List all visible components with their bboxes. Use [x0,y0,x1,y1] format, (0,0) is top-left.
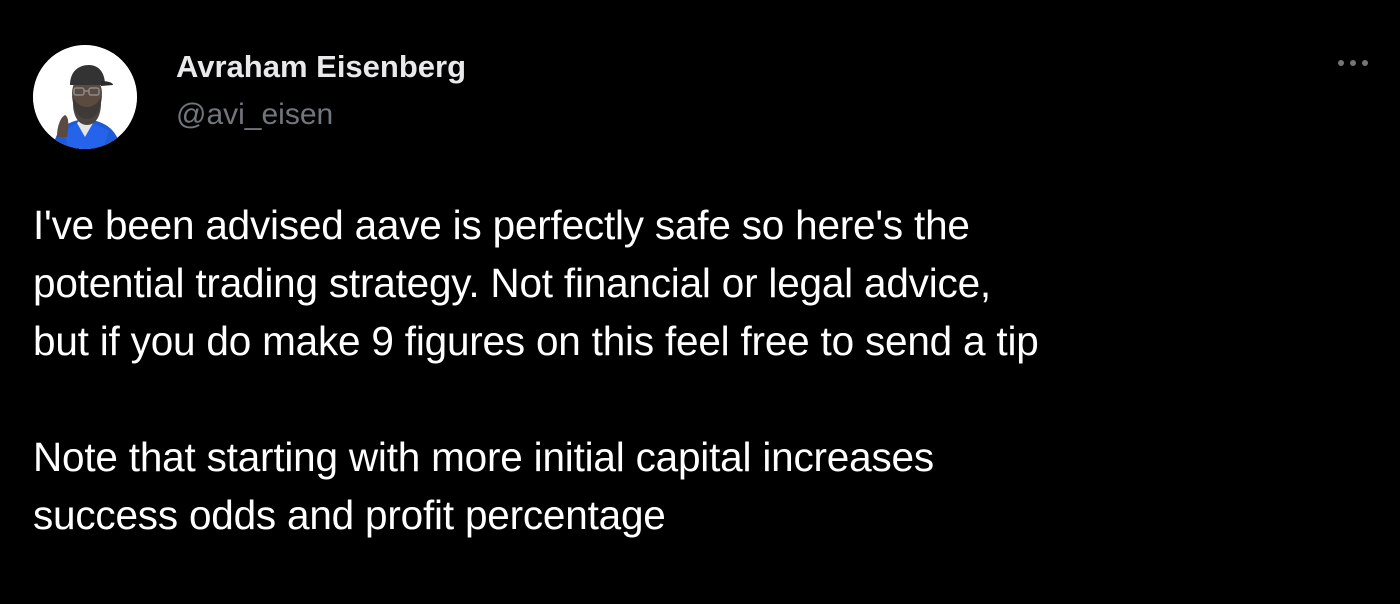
more-horizontal-icon [1338,60,1368,66]
avatar[interactable] [33,45,137,149]
more-options-button[interactable] [1333,51,1373,75]
user-handle[interactable]: @avi_eisen [176,95,466,135]
author-names: Avraham Eisenberg @avi_eisen [176,47,466,135]
tweet-line: Note that starting with more initial cap… [33,434,934,480]
tweet-paragraph-2: Note that starting with more initial cap… [33,428,1378,544]
tweet-line: but if you do make 9 figures on this fee… [33,318,1039,364]
tweet-card: Avraham Eisenberg @avi_eisen I've been a… [0,0,1400,604]
tweet-text: I've been advised aave is perfectly safe… [33,196,1378,544]
display-name[interactable]: Avraham Eisenberg [176,47,466,87]
tweet-line: potential trading strategy. Not financia… [33,260,991,306]
avatar-illustration-icon [33,45,137,149]
tweet-paragraph-1: I've been advised aave is perfectly safe… [33,196,1378,370]
tweet-line: I've been advised aave is perfectly safe… [33,202,970,248]
tweet-line: success odds and profit percentage [33,492,666,538]
tweet-header: Avraham Eisenberg @avi_eisen [33,45,1373,149]
